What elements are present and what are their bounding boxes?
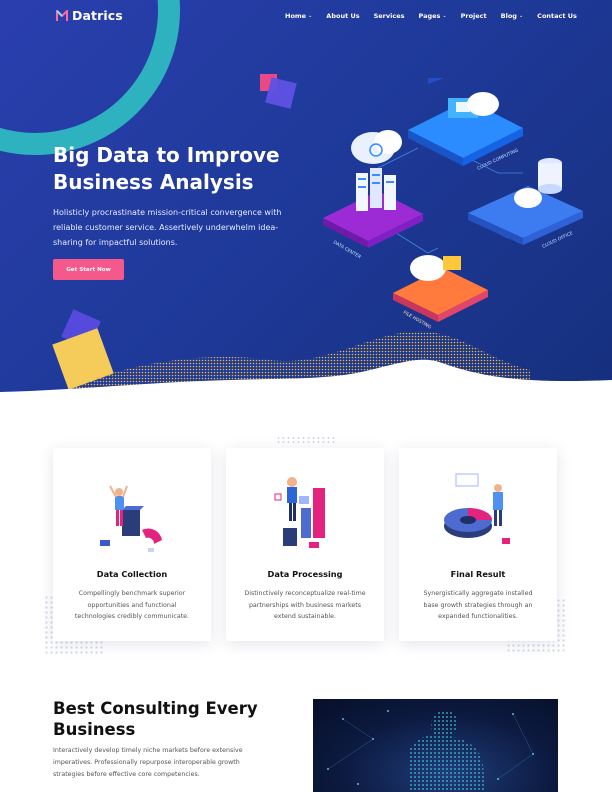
- main-menu: Home ⌄ About Us Services Pages ⌄ Project…: [285, 12, 591, 20]
- cloud-icon: [351, 130, 402, 164]
- nav-label: Services: [373, 12, 405, 20]
- nav-label: Blog: [500, 12, 517, 20]
- feature-card-final-result: Final Result Synergistically aggregate i…: [399, 448, 557, 641]
- network-figure-graphic: [327, 710, 534, 792]
- hero-description: Holisticly procrastinate mission-critica…: [53, 208, 282, 247]
- navbar: Datrics Home ⌄ About Us Services Pages ⌄…: [0, 0, 612, 34]
- card-text: Distinctively reconceptualize real-time …: [244, 590, 366, 621]
- data-processing-illustration: [274, 477, 325, 548]
- nav-label: Home: [285, 12, 307, 20]
- nav-contact-us[interactable]: Contact Us: [537, 12, 577, 20]
- final-result-illustration: [444, 473, 510, 544]
- logo[interactable]: Datrics: [56, 8, 123, 23]
- chevron-down-icon: ⌄: [442, 13, 447, 19]
- logo-icon: [56, 9, 68, 21]
- dots-decoration: [276, 436, 336, 444]
- feature-card-data-processing: Data Processing Distinctively reconceptu…: [226, 448, 384, 641]
- chevron-down-icon: ⌄: [308, 13, 313, 19]
- nav-project[interactable]: Project: [461, 12, 487, 20]
- consulting-title: Best Consulting Every Business: [53, 699, 258, 739]
- logo-text: Datrics: [72, 8, 123, 23]
- purple-square-decoration: [265, 77, 297, 109]
- nav-label: Contact Us: [537, 12, 577, 20]
- nav-blog[interactable]: Blog ⌄: [501, 12, 524, 20]
- chevron-down-icon: ⌄: [518, 13, 524, 19]
- nav-pages[interactable]: Pages ⌄: [419, 12, 447, 20]
- nav-label: About Us: [326, 12, 360, 20]
- nav-label: Project: [460, 12, 487, 20]
- card-text: Synergistically aggregate installed base…: [423, 590, 533, 621]
- nav-services[interactable]: Services: [374, 12, 405, 20]
- hero-section: Datrics Home ⌄ About Us Services Pages ⌄…: [0, 0, 612, 392]
- card-title: Data Collection: [96, 569, 168, 579]
- hero-title: Big Data to Improve Business Analysis: [53, 143, 280, 194]
- isometric-data-illustration: CLOUD COMPUTING DATA CENTER CLOUD OFFICE…: [323, 78, 583, 331]
- data-collection-illustration: [100, 485, 162, 552]
- consulting-text: Interactively develop timely niche marke…: [53, 747, 243, 778]
- nav-home[interactable]: Home ⌄: [285, 12, 312, 20]
- get-started-button[interactable]: Get Start Now: [53, 259, 124, 280]
- nav-label: Pages: [418, 12, 441, 20]
- card-text: Compellingly benchmark superior opportun…: [74, 590, 190, 621]
- nav-about-us[interactable]: About Us: [326, 12, 359, 20]
- illus-label-data-center: DATA CENTER: [332, 240, 362, 261]
- feature-card-data-collection: Data Collection Compellingly benchmark s…: [53, 448, 211, 641]
- card-title: Final Result: [450, 569, 506, 579]
- digital-human-image: [313, 699, 558, 792]
- wave-divider: [0, 331, 612, 392]
- card-title: Data Processing: [267, 569, 343, 579]
